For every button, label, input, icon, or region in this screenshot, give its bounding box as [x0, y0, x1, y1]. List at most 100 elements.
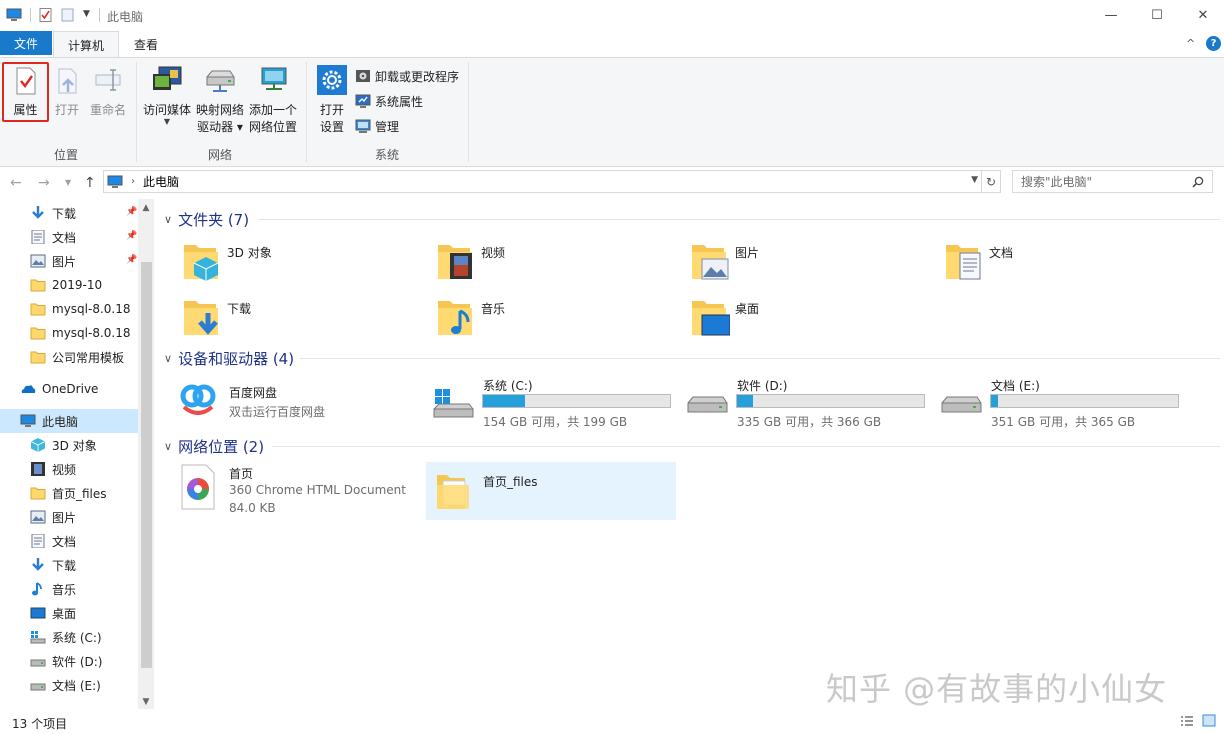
rename-button[interactable]: 重命名 [88, 67, 128, 119]
folder-item-videos[interactable]: 视频 [436, 239, 686, 295]
folder-item-music[interactable]: 音乐 [436, 295, 686, 351]
folder-item-desktop[interactable]: 桌面 [690, 295, 940, 351]
sidebar-item-downloads[interactable]: 下载 📌 [0, 201, 138, 225]
title-bar: ▼ 此电脑 — ☐ ✕ [0, 0, 1224, 31]
sidebar-item-music[interactable]: 音乐 [0, 577, 138, 601]
tab-view[interactable]: 查看 [122, 31, 170, 58]
search-placeholder: 搜索"此电脑" [1021, 175, 1093, 189]
map-network-drive-button[interactable]: 映射网络 驱动器 ▾ [194, 65, 246, 136]
collapse-ribbon-icon[interactable]: ^ [1186, 37, 1195, 50]
tab-file[interactable]: 文件 [0, 31, 52, 55]
open-icon [58, 68, 77, 94]
sidebar-item-drive-d[interactable]: 软件 (D:) [0, 649, 138, 673]
sidebar-item-downloads[interactable]: 下载 [0, 553, 138, 577]
add-network-location-button[interactable]: 添加一个 网络位置 [247, 65, 299, 136]
access-media-button[interactable]: 访问媒体 ▼ [141, 65, 193, 126]
minimize-button[interactable]: — [1088, 0, 1134, 31]
new-folder-quick-icon[interactable] [60, 8, 76, 22]
refresh-button[interactable]: ↻ [981, 170, 1001, 193]
video-icon [31, 462, 45, 476]
tab-computer[interactable]: 计算机 [53, 31, 119, 58]
title-separator [99, 8, 100, 22]
drive-item-e[interactable]: 文档 (E:) 351 GB 可用，共 365 GB [934, 377, 1184, 433]
address-dropdown-chevron-icon[interactable]: ▼ [971, 175, 978, 185]
section-header-network[interactable]: ∨ 网络位置 (2) [164, 436, 264, 456]
desktop-icon [30, 607, 46, 619]
section-divider [272, 446, 1220, 447]
sidebar-item-label: 音乐 [52, 582, 77, 597]
drive-usage-bar [990, 394, 1179, 408]
sidebar-scroll-thumb[interactable] [141, 262, 152, 668]
sidebar-item-label: 视频 [52, 462, 77, 477]
sidebar-item-label: 图片 [52, 254, 77, 269]
section-title: 设备和驱动器 (4) [178, 349, 295, 368]
recent-locations-chevron-icon[interactable]: ▼ [65, 178, 71, 187]
baidu-netdisk-item[interactable]: 百度网盘 双击运行百度网盘 [176, 379, 426, 435]
back-arrow-icon[interactable]: ← [10, 175, 22, 191]
manage-button[interactable]: 管理 [355, 116, 399, 136]
sidebar-item-documents[interactable]: 文档 📌 [0, 225, 138, 249]
customize-quick-access-chevron-icon[interactable]: ▼ [83, 9, 90, 19]
sidebar-item-folder[interactable]: mysql-8.0.18 [0, 297, 138, 321]
sidebar-item-folder[interactable]: 公司常用模板 [0, 345, 138, 369]
address-bar[interactable]: › 此电脑 ▼ [103, 170, 982, 193]
uninstall-program-button[interactable]: 卸载或更改程序 [355, 66, 459, 86]
maximize-button[interactable]: ☐ [1134, 0, 1180, 31]
forward-arrow-icon[interactable]: → [38, 175, 50, 191]
section-header-folders[interactable]: ∨ 文件夹 (7) [164, 209, 249, 229]
folder-name: 3D 对象 [227, 246, 272, 260]
section-header-devices[interactable]: ∨ 设备和驱动器 (4) [164, 348, 294, 368]
up-arrow-icon[interactable]: ↑ [84, 175, 96, 191]
folder-item-documents[interactable]: 文档 [944, 239, 1194, 295]
sidebar-item-videos[interactable]: 视频 [0, 457, 138, 481]
sidebar-item-drive-e[interactable]: 文档 (E:) [0, 673, 138, 697]
properties-button[interactable]: 属性 [2, 62, 49, 122]
drive-icon [687, 396, 728, 413]
ribbon-separator [306, 62, 307, 162]
open-button[interactable]: 打开 [52, 67, 82, 119]
properties-quick-icon[interactable] [38, 8, 54, 22]
details-view-icon[interactable] [1180, 715, 1194, 727]
sidebar-item-drive-c[interactable]: 系统 (C:) [0, 625, 138, 649]
sidebar-item-folder[interactable]: 首页_files [0, 481, 138, 505]
folder-name: 视频 [481, 246, 506, 260]
this-pc-icon[interactable] [6, 8, 22, 22]
document-icon [31, 230, 45, 244]
breadcrumb-chevron-icon[interactable]: › [131, 176, 135, 187]
file-item-homepage[interactable]: 首页 360 Chrome HTML Document 84.0 KB [176, 463, 426, 521]
scroll-up-arrow-icon[interactable]: ▲ [138, 203, 154, 213]
drive-item-c[interactable]: 系统 (C:) 154 GB 可用，共 199 GB [426, 377, 676, 433]
sidebar-item-label: 文档 (E:) [52, 678, 101, 693]
download-arrow-icon [32, 558, 44, 571]
item-count: 13 个项目 [12, 717, 68, 731]
sidebar-item-folder[interactable]: 2019-10 [0, 273, 138, 297]
help-icon[interactable]: ? [1206, 36, 1221, 51]
search-input[interactable]: 搜索"此电脑" [1012, 170, 1213, 193]
network-location-icon [261, 67, 287, 90]
sidebar-item-desktop[interactable]: 桌面 [0, 601, 138, 625]
sidebar-item-onedrive[interactable]: OneDrive [0, 377, 138, 401]
scroll-down-arrow-icon[interactable]: ▼ [138, 697, 154, 707]
system-properties-button[interactable]: 系统属性 [355, 91, 423, 111]
large-icons-view-icon[interactable] [1202, 714, 1216, 727]
folder-item-downloads[interactable]: 下载 [182, 295, 432, 351]
sidebar-item-this-pc[interactable]: 此电脑 [0, 409, 138, 433]
baidu-netdisk-icon [180, 384, 216, 415]
sidebar-item-label: 公司常用模板 [52, 350, 125, 365]
open-settings-label-2: 设置 [319, 120, 344, 134]
drive-name: 文档 (E:) [991, 379, 1040, 393]
sidebar-item-pictures[interactable]: 图片 [0, 505, 138, 529]
sidebar-item-pictures[interactable]: 图片 📌 [0, 249, 138, 273]
folder-item-3d-objects[interactable]: 3D 对象 [182, 239, 432, 295]
folder-item-pictures[interactable]: 图片 [690, 239, 940, 295]
drive-item-d[interactable]: 软件 (D:) 335 GB 可用，共 366 GB [680, 377, 930, 433]
sidebar-item-3d-objects[interactable]: 3D 对象 [0, 433, 138, 457]
close-button[interactable]: ✕ [1180, 0, 1224, 31]
file-item-homepage-files[interactable]: 首页_files [426, 462, 676, 520]
breadcrumb-this-pc[interactable]: 此电脑 [143, 173, 179, 190]
document-icon [946, 245, 981, 280]
sidebar-item-documents[interactable]: 文档 [0, 529, 138, 553]
drive-usage-bar [482, 394, 671, 408]
open-settings-button[interactable]: 打开 设置 [313, 65, 351, 136]
sidebar-item-folder[interactable]: mysql-8.0.18 [0, 321, 138, 345]
